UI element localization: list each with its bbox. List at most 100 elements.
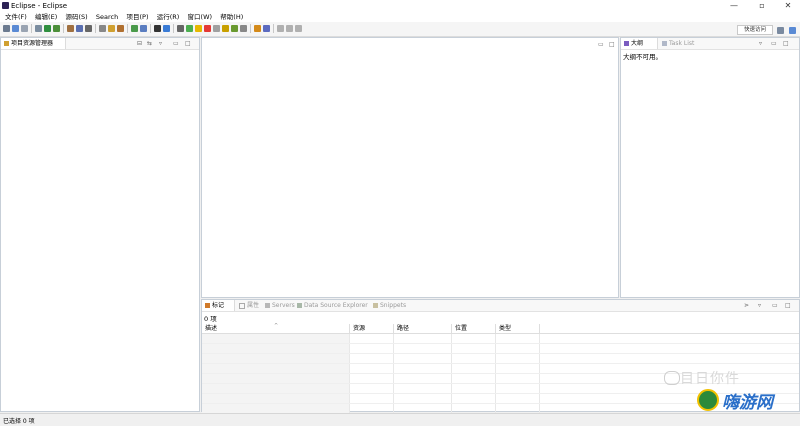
tab-markers[interactable]: 标记 (202, 300, 235, 311)
toolbar-button-icon[interactable] (240, 25, 247, 32)
column-path[interactable]: 路径 (394, 324, 452, 333)
bottom-minimize-icon[interactable]: ▭ (772, 301, 778, 310)
menu-window[interactable]: 窗口(W) (185, 12, 216, 22)
menu-source[interactable]: 源码(S) (62, 12, 90, 22)
editor-minimize-icon[interactable]: ▭ (598, 40, 604, 49)
maximize-button[interactable]: ▫ (750, 0, 774, 12)
toolbar-button-icon[interactable] (76, 25, 83, 32)
link-editor-icon[interactable]: ⇆ (147, 39, 152, 48)
toolbar-button-icon[interactable] (186, 25, 193, 32)
properties-icon (239, 302, 245, 309)
menu-run[interactable]: 运行(R) (154, 12, 183, 22)
toolbar-button-icon[interactable] (263, 25, 270, 32)
toolbar-button-icon[interactable] (140, 25, 147, 32)
toolbar-button-icon[interactable] (131, 25, 138, 32)
table-cell (350, 344, 394, 353)
column-type[interactable]: 类型 (496, 324, 540, 333)
table-cell (394, 334, 452, 343)
column-type-label: 类型 (499, 325, 512, 332)
tab-outline[interactable]: 大纲 (621, 38, 658, 49)
quick-access-field[interactable]: 快速访问 (737, 25, 773, 35)
toolbar-button-icon[interactable] (117, 25, 124, 32)
table-cell (394, 374, 452, 383)
toolbar-button-icon[interactable] (108, 25, 115, 32)
toolbar-button-icon[interactable] (163, 25, 170, 32)
view-menu-icon[interactable]: ▿ (159, 39, 162, 48)
tab-servers[interactable]: Servers (262, 300, 295, 311)
toolbar-button-icon[interactable] (254, 25, 261, 32)
table-cell (452, 344, 496, 353)
toolbar-button-icon[interactable] (99, 25, 106, 32)
status-text: 已选择 0 项 (3, 418, 35, 425)
outline-view-menu-icon[interactable]: ▿ (759, 39, 762, 48)
table-cell (452, 404, 496, 413)
minimize-view-icon[interactable]: ▭ (173, 39, 179, 48)
tab-task-list[interactable]: Task List (659, 38, 694, 49)
column-location[interactable]: 位置 (452, 324, 496, 333)
filter-icon[interactable]: ⋗ (744, 301, 749, 310)
toolbar-button-icon[interactable] (213, 25, 220, 32)
bottom-maximize-icon[interactable]: □ (785, 301, 791, 310)
menu-edit[interactable]: 编辑(E) (32, 12, 60, 22)
table-cell (452, 374, 496, 383)
toolbar-button-icon[interactable] (204, 25, 211, 32)
tab-snippets[interactable]: Snippets (370, 300, 406, 311)
table-cell (496, 344, 540, 353)
menu-help[interactable]: 帮助(H) (217, 12, 246, 22)
tab-project-explorer[interactable]: 项目资源管理器 (1, 38, 66, 49)
toolbar-button-icon[interactable] (222, 25, 229, 32)
menu-search[interactable]: Search (93, 12, 121, 22)
outline-message: 大纲不可用。 (623, 53, 662, 61)
toolbar: 快速访问 (0, 22, 800, 37)
toolbar-button-icon[interactable] (12, 25, 19, 32)
collapse-all-icon[interactable]: ⊟ (137, 39, 142, 48)
watermark-text: 目日你件 (680, 371, 740, 387)
toolbar-button-icon[interactable] (277, 25, 284, 32)
table-header: 描述 ^ 资源 路径 位置 类型 (202, 323, 799, 334)
table-cell (350, 394, 394, 403)
editor-maximize-icon[interactable]: □ (609, 40, 615, 49)
perspective-icon[interactable] (777, 27, 784, 34)
table-cell (496, 374, 540, 383)
toolbar-button-icon[interactable] (53, 25, 60, 32)
table-cell (394, 404, 452, 413)
maximize-view-icon[interactable]: □ (185, 39, 191, 48)
tab-properties[interactable]: 属性 (236, 300, 259, 311)
toolbar-button-icon[interactable] (177, 25, 184, 32)
close-button[interactable]: ✕ (776, 0, 800, 12)
table-cell (350, 364, 394, 373)
column-resource[interactable]: 资源 (350, 324, 394, 333)
toolbar-button-icon[interactable] (295, 25, 302, 32)
title-bar: Eclipse - Eclipse — ▫ ✕ (0, 0, 800, 12)
javaee-perspective-icon[interactable] (789, 27, 796, 34)
toolbar-button-icon[interactable] (85, 25, 92, 32)
toolbar-button-icon[interactable] (35, 25, 42, 32)
toolbar-button-icon[interactable] (231, 25, 238, 32)
outline-maximize-icon[interactable]: □ (783, 39, 789, 48)
table-cell (350, 374, 394, 383)
column-description[interactable]: 描述 ^ (202, 323, 350, 333)
table-cell (452, 334, 496, 343)
toolbar-button-icon[interactable] (44, 25, 51, 32)
column-path-label: 路径 (397, 325, 410, 332)
table-cell (350, 354, 394, 363)
toolbar-button-icon[interactable] (67, 25, 74, 32)
toolbar-button-icon[interactable] (195, 25, 202, 32)
toolbar-button-icon[interactable] (3, 25, 10, 32)
menu-file[interactable]: 文件(F) (2, 12, 30, 22)
outline-minimize-icon[interactable]: ▭ (771, 39, 777, 48)
toolbar-button-icon[interactable] (154, 25, 161, 32)
table-cell (202, 404, 350, 413)
table-cell (350, 404, 394, 413)
servers-icon (265, 303, 270, 308)
toolbar-button-icon[interactable] (286, 25, 293, 32)
table-cell (496, 334, 540, 343)
minimize-button[interactable]: — (722, 0, 746, 12)
window-title: Eclipse - Eclipse (11, 2, 68, 10)
table-cell (496, 354, 540, 363)
bottom-view-menu-icon[interactable]: ▿ (758, 301, 761, 310)
status-bar: 已选择 0 项 (0, 413, 800, 426)
toolbar-button-icon[interactable] (21, 25, 28, 32)
tab-data-source-explorer[interactable]: Data Source Explorer (294, 300, 368, 311)
menu-project[interactable]: 项目(P) (123, 12, 151, 22)
